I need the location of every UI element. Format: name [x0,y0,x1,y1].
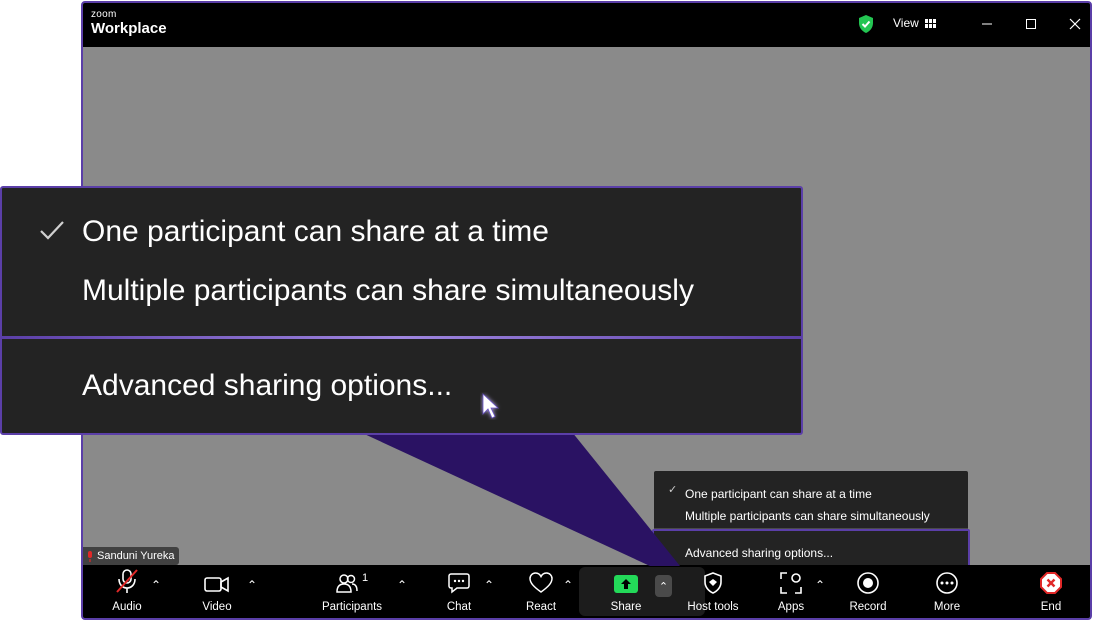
zoom-divider [2,336,801,339]
zoomed-share-menu: One participant can share at a time Mult… [0,186,803,435]
check-icon [40,221,64,240]
zoom-item-one-participant[interactable]: One participant can share at a time [82,215,549,249]
zoom-item-multiple-participants[interactable]: Multiple participants can share simultan… [82,274,694,308]
mouse-cursor-icon [482,393,500,419]
zoom-item-advanced-sharing[interactable]: Advanced sharing options... [82,369,452,403]
